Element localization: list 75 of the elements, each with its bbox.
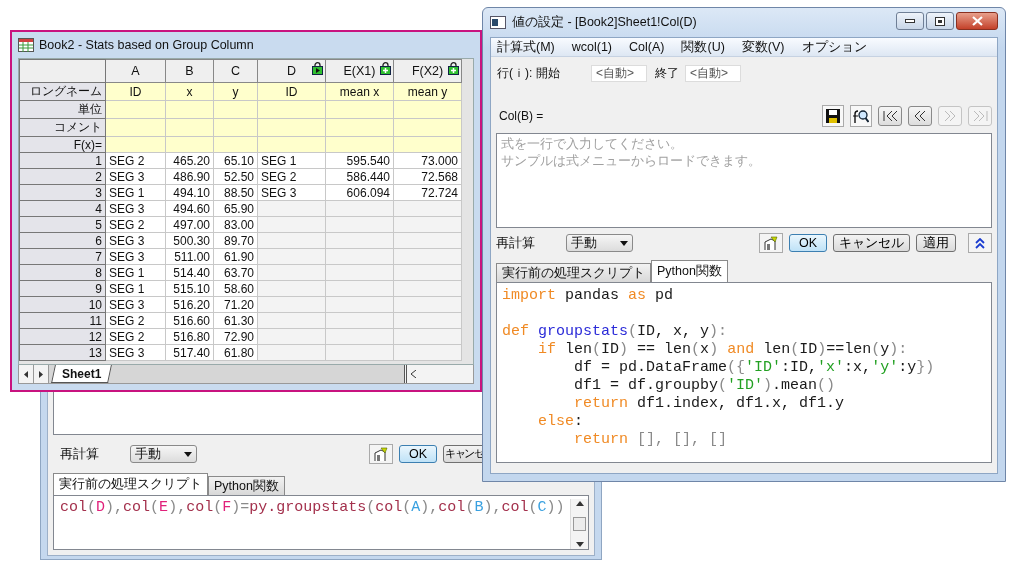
- ok-button[interactable]: OK: [399, 445, 437, 463]
- chevron-up-icon: [975, 237, 985, 249]
- scroll-thumb[interactable]: [573, 517, 586, 531]
- caret-icon: [620, 240, 628, 246]
- tab[interactable]: Python関数: [208, 476, 285, 495]
- column-header[interactable]: B: [165, 59, 214, 83]
- code-line: df = pd.DataFrame({'ID':ID,'x':x,'y':y}): [573, 359, 935, 377]
- double-arrow-bar-icon: [971, 108, 989, 124]
- save-icon: [826, 109, 840, 123]
- tool-icon: [763, 235, 779, 251]
- sheet-tab[interactable]: Sheet1: [51, 365, 113, 383]
- code-line: else:: [537, 413, 584, 431]
- close-icon: [971, 16, 983, 26]
- up-arrow-icon[interactable]: [575, 501, 584, 506]
- recalc-label: 再計算: [60, 445, 100, 463]
- menu-item[interactable]: 計算式(M): [497, 38, 555, 56]
- prev-button[interactable]: [908, 106, 932, 126]
- range-label: 行(ｉ): 開始: [497, 64, 561, 82]
- tab[interactable]: Python関数: [651, 260, 728, 282]
- scroll-right-button[interactable]: [34, 365, 49, 383]
- down-arrow-icon[interactable]: [575, 542, 584, 547]
- window-title: 値の設定 - [Book2]Sheet1!Col(D): [512, 14, 697, 31]
- right-arrow-icon: [39, 370, 43, 378]
- end-field[interactable]: <自動>: [685, 64, 741, 82]
- code-line: import pandas as pd: [502, 287, 674, 305]
- menu-item[interactable]: 変数(V): [741, 38, 785, 56]
- caret-icon: [184, 451, 192, 457]
- tool-button[interactable]: [759, 233, 783, 253]
- code-line: def groupstats(ID, x, y):: [502, 323, 728, 341]
- recalc-label: 再計算: [496, 234, 536, 252]
- tab[interactable]: 実行前の処理スクリプト: [53, 473, 208, 495]
- cancel-button[interactable]: キャンセル: [833, 234, 910, 252]
- apply-button[interactable]: 適用: [916, 234, 956, 252]
- tool-button[interactable]: [369, 444, 393, 464]
- window-icon: [490, 16, 506, 29]
- menu-item[interactable]: Col(A): [629, 40, 665, 54]
- code-editor[interactable]: [496, 282, 992, 463]
- maximize-icon: [935, 16, 945, 26]
- start-field[interactable]: <自動>: [591, 64, 647, 82]
- column-header[interactable]: E(X1): [325, 59, 394, 83]
- menu-item[interactable]: 関数(U): [681, 38, 725, 56]
- column-header[interactable]: D: [257, 59, 326, 83]
- recalc-dropdown[interactable]: 手動: [566, 234, 633, 252]
- scroll-left-button[interactable]: [19, 365, 34, 383]
- tab[interactable]: 実行前の処理スクリプト: [496, 263, 651, 282]
- code-line: return [], [], []: [573, 431, 728, 449]
- search-icon: [853, 108, 869, 124]
- minimize-icon: [905, 19, 915, 23]
- end-label: 終了: [655, 64, 679, 82]
- code-line: df1 = df.groupby('ID').mean(): [573, 377, 836, 395]
- maximize-button[interactable]: [926, 12, 954, 30]
- first-button[interactable]: [878, 106, 902, 126]
- menu-item[interactable]: オプション: [801, 38, 867, 56]
- close-button[interactable]: [956, 12, 998, 30]
- code-line: return df1.index, df1.x, df1.y: [573, 395, 845, 413]
- left-arrow-icon: [24, 370, 28, 378]
- column-header[interactable]: F(X2): [393, 59, 462, 83]
- spreadsheet-icon: [18, 38, 34, 52]
- ok-button[interactable]: OK: [789, 234, 827, 252]
- expand-button[interactable]: [968, 233, 992, 253]
- double-arrow-bar-icon: [881, 108, 899, 124]
- column-header[interactable]: C: [213, 59, 258, 83]
- function-search-button[interactable]: [850, 105, 872, 127]
- code-line: col(D),col(E),col(F)=py.groupstats(col(A),col(B),col(C)): [60, 499, 565, 518]
- recalc-dropdown[interactable]: 手動: [130, 445, 197, 463]
- minimize-button[interactable]: [896, 12, 924, 30]
- script-editor[interactable]: col(D),col(E),col(F)=py.groupstats(col(A),col(B),col(C)): [53, 495, 589, 550]
- code-line: if len(ID) == len(x) and len(ID)==len(y):: [537, 341, 908, 359]
- column-header[interactable]: A: [105, 59, 166, 83]
- window-title: Book2 - Stats based on Group Column: [39, 38, 254, 52]
- scrollbar[interactable]: [404, 365, 473, 383]
- menu-item[interactable]: wcol(1): [571, 40, 613, 54]
- tool-icon: [373, 446, 389, 462]
- save-button[interactable]: [822, 105, 844, 127]
- formula-label: Col(B) =: [499, 109, 544, 123]
